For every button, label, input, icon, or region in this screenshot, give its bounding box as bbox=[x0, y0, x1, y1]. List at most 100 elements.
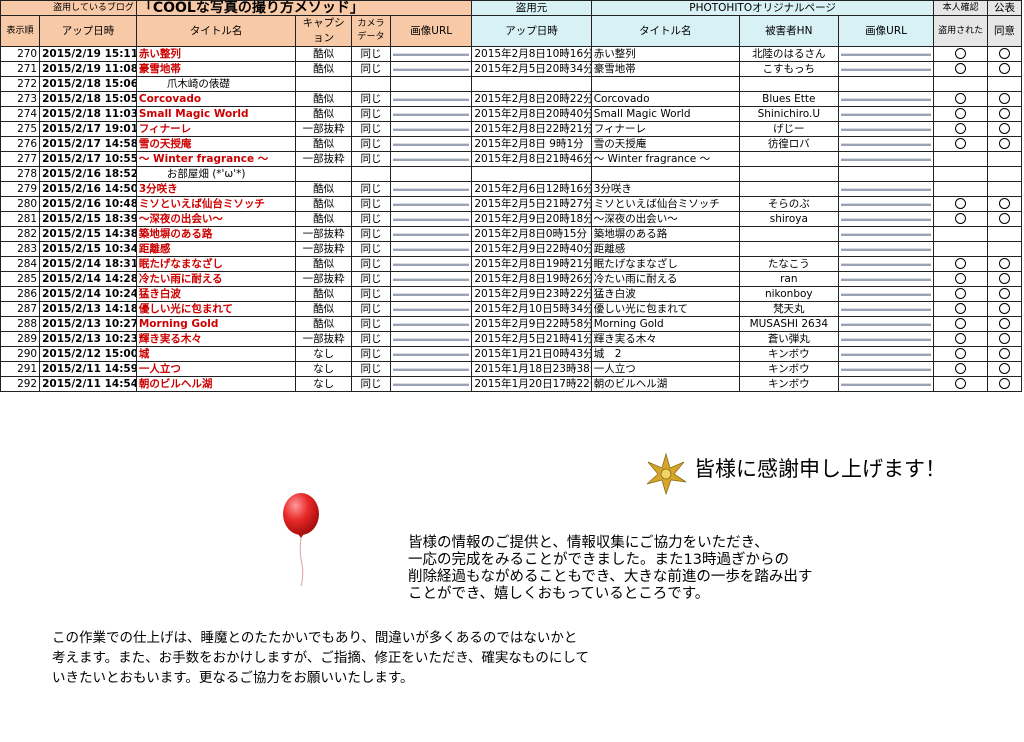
upload-date: 2015/2/16 14:50 bbox=[39, 181, 137, 197]
image-url-link[interactable] bbox=[840, 322, 932, 326]
image-url-link[interactable] bbox=[393, 382, 470, 386]
blog-post-title: ミソといえば仙台ミソッチ bbox=[135, 196, 297, 212]
caption-similarity: 酷似 bbox=[295, 286, 352, 302]
col-agree: 同意 bbox=[986, 15, 1023, 47]
source-image-url-cell bbox=[837, 196, 935, 212]
image-url-link[interactable] bbox=[393, 352, 470, 356]
victim-name: そらのぶ bbox=[738, 196, 839, 212]
source-image-url-cell bbox=[837, 166, 935, 182]
source-title: Small Magic World bbox=[590, 106, 740, 122]
row-number: 274 bbox=[0, 106, 41, 122]
victim-name: たなこう bbox=[738, 256, 839, 272]
image-url-link[interactable] bbox=[393, 292, 470, 296]
stolen-check bbox=[933, 271, 988, 287]
upload-date: 2015/2/16 18:52 bbox=[39, 166, 137, 182]
camera-data: 同じ bbox=[350, 346, 392, 362]
check-circle-icon bbox=[998, 363, 1010, 374]
victim-name: MUSASHI 2634 bbox=[738, 316, 839, 332]
column-header-row: 表示順 アップ日時 タイトル名 キャプション カメラデータ 画像URL アップ日… bbox=[0, 15, 1023, 47]
camera-data: 同じ bbox=[350, 151, 392, 167]
victim-name bbox=[738, 76, 839, 92]
image-url-link[interactable] bbox=[840, 307, 932, 311]
image-url-link[interactable] bbox=[393, 262, 470, 266]
image-url-link[interactable] bbox=[393, 112, 470, 116]
image-url-link[interactable] bbox=[393, 322, 470, 326]
publish-label: 公表 bbox=[986, 0, 1023, 16]
image-url-link[interactable] bbox=[840, 187, 932, 191]
upload-date: 2015/2/19 11:08 bbox=[39, 61, 137, 77]
image-url-link[interactable] bbox=[393, 142, 470, 146]
image-url-link[interactable] bbox=[840, 232, 932, 236]
image-url-link[interactable] bbox=[393, 202, 470, 206]
agree-check bbox=[986, 241, 1023, 257]
image-url-link[interactable] bbox=[393, 337, 470, 341]
image-url-link[interactable] bbox=[840, 97, 932, 101]
check-circle-icon bbox=[998, 48, 1010, 59]
image-url-link[interactable] bbox=[840, 352, 932, 356]
image-url-link[interactable] bbox=[840, 202, 932, 206]
agree-check bbox=[986, 346, 1023, 362]
source-title bbox=[590, 76, 740, 92]
camera-data: 同じ bbox=[350, 211, 392, 227]
source-upload-date: 2015年2月8日10時16分 bbox=[471, 46, 592, 62]
row-number: 289 bbox=[0, 331, 41, 347]
source-upload-date: 2015年2月8日20時22分 bbox=[471, 91, 592, 107]
source-image-url-cell bbox=[837, 121, 935, 137]
source-title: 一人立つ bbox=[590, 361, 740, 377]
image-url-link[interactable] bbox=[393, 127, 470, 131]
image-url-link[interactable] bbox=[393, 97, 470, 101]
image-url-link[interactable] bbox=[840, 127, 932, 131]
image-url-cell bbox=[390, 376, 473, 392]
source-title: 輝き実る木々 bbox=[590, 331, 740, 347]
image-url-link[interactable] bbox=[393, 367, 470, 371]
upload-date: 2015/2/18 15:05 bbox=[39, 91, 137, 107]
victim-name: げじー bbox=[738, 121, 839, 137]
image-url-link[interactable] bbox=[840, 52, 932, 56]
table-row: 290 2015/2/12 15:00 城なし 同じ 2015年1月21日0時43分城 … bbox=[0, 346, 1023, 362]
image-url-link[interactable] bbox=[840, 67, 932, 71]
table-row: 286 2015/2/14 10:24 猛き白波 酷似 同じ 2015年2月9日23時22… bbox=[0, 286, 1023, 302]
image-url-link[interactable] bbox=[840, 262, 932, 266]
image-url-link[interactable] bbox=[393, 217, 470, 221]
image-url-link[interactable] bbox=[840, 337, 932, 341]
col-src-title: タイトル名 bbox=[590, 15, 740, 47]
blog-post-title: 猛き白波 bbox=[135, 286, 297, 302]
victim-name bbox=[738, 226, 839, 242]
image-url-link[interactable] bbox=[393, 187, 470, 191]
blog-title: 「COOLな写真の撮り方メソッド」 bbox=[135, 0, 473, 16]
image-url-link[interactable] bbox=[393, 247, 470, 251]
image-url-link[interactable] bbox=[840, 292, 932, 296]
image-url-link[interactable] bbox=[393, 232, 470, 236]
image-url-link[interactable] bbox=[840, 367, 932, 371]
check-circle-icon bbox=[998, 138, 1010, 149]
image-url-link[interactable] bbox=[840, 157, 932, 161]
image-url-link[interactable] bbox=[393, 52, 470, 56]
check-circle-icon bbox=[998, 93, 1010, 104]
image-url-link[interactable] bbox=[393, 157, 470, 161]
image-url-link[interactable] bbox=[840, 142, 932, 146]
image-url-link[interactable] bbox=[840, 382, 932, 386]
caption-similarity: 酷似 bbox=[295, 181, 352, 197]
image-url-link[interactable] bbox=[393, 307, 470, 311]
image-url-link[interactable] bbox=[393, 277, 470, 281]
row-number: 277 bbox=[0, 151, 41, 167]
col-caption: キャプション bbox=[295, 15, 352, 47]
image-url-link[interactable] bbox=[840, 247, 932, 251]
check-circle-icon bbox=[998, 63, 1010, 74]
camera-data: 同じ bbox=[350, 106, 392, 122]
check-circle-icon bbox=[998, 273, 1010, 284]
table-row: 274 2015/2/18 11:03 Small Magic World 酷似 同じ 2… bbox=[0, 106, 1023, 122]
blog-label: 盗用しているブログ bbox=[0, 0, 137, 16]
stolen-check bbox=[933, 121, 988, 137]
table-body: 270 2015/2/19 15:11 赤い整列 酷似 同じ 2015年2月8日10時16… bbox=[0, 46, 1023, 392]
caption-similarity: 一部抜粋 bbox=[295, 151, 352, 167]
col-no: 表示順 bbox=[0, 15, 41, 47]
image-url-link[interactable] bbox=[840, 112, 932, 116]
image-url-link[interactable] bbox=[840, 277, 932, 281]
source-image-url-cell bbox=[837, 346, 935, 362]
blog-post-title: お部屋畑 (*'ω'*) bbox=[135, 166, 297, 182]
image-url-link[interactable] bbox=[840, 217, 932, 221]
source-image-url-cell bbox=[837, 181, 935, 197]
image-url-link[interactable] bbox=[393, 67, 470, 71]
thanks-heading: 皆様に感謝申し上げます！ bbox=[694, 457, 946, 481]
